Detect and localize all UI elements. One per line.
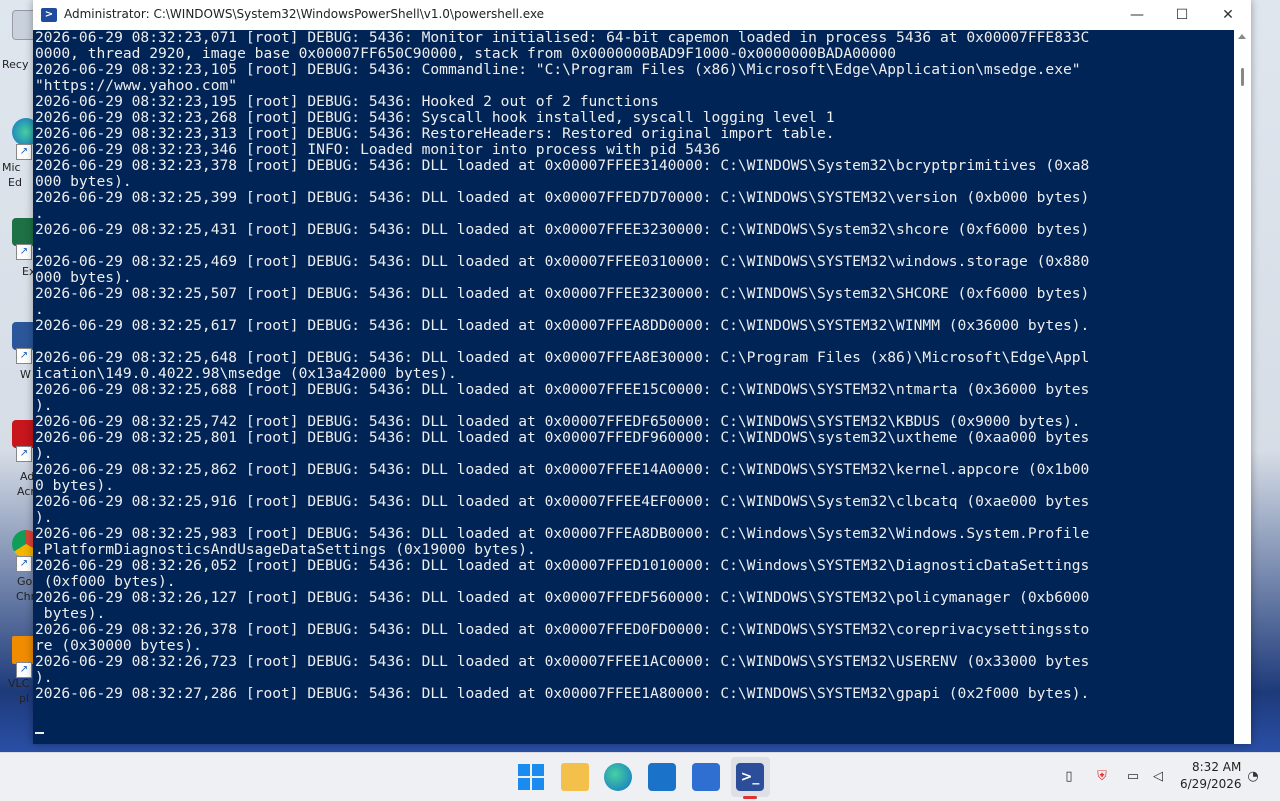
console-log-text: 2026-06-29 08:32:23,071 [root] DEBUG: 54…: [35, 30, 1090, 702]
outlook-icon[interactable]: [692, 763, 720, 791]
powershell-taskbar-icon[interactable]: >_: [736, 763, 764, 791]
vertical-scrollbar[interactable]: [1234, 30, 1251, 744]
scroll-up-icon[interactable]: [1238, 34, 1246, 39]
start-icon[interactable]: [517, 763, 545, 791]
shortcut-arrow-icon: ↗: [16, 144, 32, 160]
scroll-thumb[interactable]: [1241, 68, 1244, 86]
close-button[interactable]: ✕: [1205, 0, 1251, 30]
active-indicator: [743, 796, 757, 799]
desktop-label-vlc-2: pl: [19, 692, 30, 705]
usb-icon[interactable]: ▯: [1062, 769, 1076, 785]
desktop-label-vlc: VLC: [8, 677, 30, 690]
desktop-label-chrome: Go: [17, 575, 33, 588]
clock-date[interactable]: 6/29/2026: [1180, 777, 1242, 791]
window-title: Administrator: C:\WINDOWS\System32\Windo…: [64, 7, 545, 21]
shortcut-arrow-icon: ↗: [16, 348, 32, 364]
volume-icon[interactable]: ◁: [1151, 769, 1165, 785]
taskbar: >_ ▯ ⛨ ▭ ◁ ◔: [0, 752, 1280, 801]
shortcut-arrow-icon: ↗: [16, 556, 32, 572]
console-output[interactable]: 2026-06-29 08:32:23,071 [root] DEBUG: 54…: [33, 30, 1234, 744]
notification-icon[interactable]: ◔: [1246, 769, 1260, 785]
store-icon[interactable]: [648, 763, 676, 791]
desktop-label-edge-2: Ed: [8, 176, 22, 189]
clock-time[interactable]: 8:32 AM: [1192, 760, 1241, 774]
desktop-label-edge: Mic: [2, 161, 21, 174]
title-bar[interactable]: > Administrator: C:\WINDOWS\System32\Win…: [33, 0, 1251, 30]
text-cursor: [35, 732, 44, 734]
minimize-button[interactable]: —: [1114, 0, 1160, 30]
shortcut-arrow-icon: ↗: [16, 662, 32, 678]
security-icon[interactable]: ⛨: [1095, 769, 1109, 785]
powershell-window: > Administrator: C:\WINDOWS\System32\Win…: [33, 0, 1251, 744]
maximize-button[interactable]: ☐: [1159, 0, 1205, 30]
network-icon[interactable]: ▭: [1126, 769, 1140, 785]
desktop-label-recycle: Recy: [2, 58, 29, 71]
shortcut-arrow-icon: ↗: [16, 446, 32, 462]
shortcut-arrow-icon: ↗: [16, 244, 32, 260]
desktop-label-word: W: [20, 368, 31, 381]
powershell-icon: >: [41, 8, 57, 22]
edge-icon[interactable]: [604, 763, 632, 791]
file-explorer-icon[interactable]: [561, 763, 589, 791]
